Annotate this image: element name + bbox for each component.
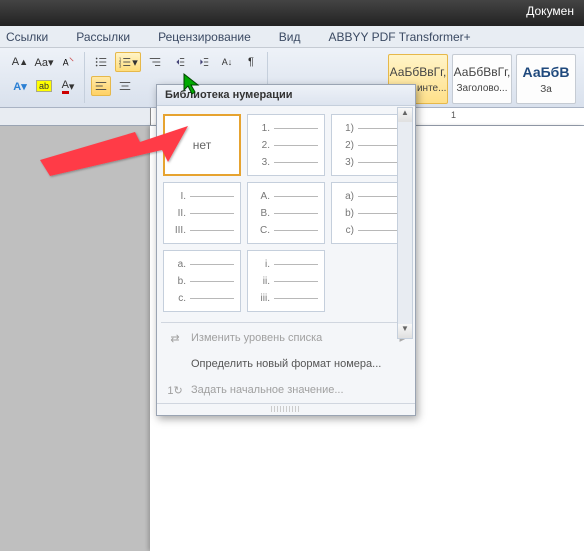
ribbon-tabs: Ссылки Рассылки Рецензирование Вид ABBYY… — [0, 26, 584, 48]
numbering-option-roman-lower[interactable]: i. ii. iii. — [247, 250, 325, 312]
menu-define-format[interactable]: Определить новый формат номера... — [157, 351, 415, 377]
numbering-option-alpha-lower-dot[interactable]: a. b. c. — [163, 250, 241, 312]
numbering-option-roman-upper[interactable]: I. II. III. — [163, 182, 241, 244]
ruler-tick: 1 — [451, 110, 456, 120]
text-effects-button[interactable]: A▾ — [10, 76, 30, 96]
scroll-down-icon[interactable]: ▼ — [398, 324, 412, 338]
numbering-button[interactable]: 123▾ — [115, 52, 141, 72]
bullets-button[interactable] — [91, 52, 111, 72]
menu-set-value: 1↻ Задать начальное значение... — [157, 377, 415, 403]
clear-format-button[interactable]: A — [58, 52, 78, 72]
menu-change-level: ⇄ Изменить уровень списка ▸ — [157, 325, 415, 351]
highlight-button[interactable]: ab — [34, 76, 54, 96]
increase-indent-button[interactable] — [193, 52, 213, 72]
menu-label: Изменить уровень списка — [191, 332, 322, 344]
numbering-option-none[interactable]: нет — [163, 114, 241, 176]
tab-mailings[interactable]: Рассылки — [76, 30, 130, 44]
change-level-icon: ⇄ — [167, 330, 183, 346]
menu-label: Задать начальное значение... — [191, 384, 344, 396]
tab-abbyy[interactable]: ABBYY PDF Transformer+ — [329, 30, 471, 44]
style-label: Заголово... — [457, 83, 508, 94]
title-bar: Докумен — [0, 0, 584, 26]
show-marks-button[interactable]: ¶ — [241, 52, 261, 72]
tab-view[interactable]: Вид — [279, 30, 301, 44]
numbering-dropdown: Библиотека нумерации нет 1. 2. 3. 1) 2) … — [156, 84, 416, 416]
svg-text:3: 3 — [119, 63, 122, 68]
svg-text:A: A — [63, 58, 69, 68]
set-value-icon: 1↻ — [167, 382, 183, 398]
increase-font-button[interactable]: A▲ — [10, 52, 30, 72]
page-margin-area — [0, 126, 150, 551]
numbering-option-decimal[interactable]: 1. 2. 3. — [247, 114, 325, 176]
style-preview: АаБбВвГг, — [390, 65, 447, 79]
none-label: нет — [193, 138, 211, 152]
style-preview: АаБбВвГг, — [454, 65, 511, 79]
document-title: Докумен — [526, 4, 574, 18]
align-center-button[interactable] — [115, 76, 135, 96]
scroll-up-icon[interactable]: ▲ — [398, 108, 412, 122]
decrease-indent-button[interactable] — [169, 52, 189, 72]
menu-label: Определить новый формат номера... — [191, 358, 381, 370]
tab-links[interactable]: Ссылки — [6, 30, 48, 44]
dropdown-scrollbar[interactable]: ▲ ▼ — [397, 107, 413, 339]
style-heading2[interactable]: АаБбВ За — [516, 54, 576, 104]
dropdown-resize-grip[interactable] — [157, 403, 415, 415]
change-case-button[interactable]: Aa▾ — [34, 52, 54, 72]
font-group: A▲ Aa▾ A A▾ ab A▾ — [4, 52, 85, 103]
style-preview: АаБбВ — [523, 64, 570, 80]
numbering-option-alpha-upper[interactable]: A. B. C. — [247, 182, 325, 244]
dropdown-title: Библиотека нумерации — [157, 85, 415, 106]
numbering-grid: нет 1. 2. 3. 1) 2) 3) I. II. III. A. B. … — [157, 106, 415, 320]
define-format-icon — [167, 356, 183, 372]
multilevel-button[interactable] — [145, 52, 165, 72]
tab-review[interactable]: Рецензирование — [158, 30, 251, 44]
sort-button[interactable]: A↓ — [217, 52, 237, 72]
style-heading[interactable]: АаБбВвГг, Заголово... — [452, 54, 512, 104]
font-color-button[interactable]: A▾ — [58, 76, 78, 96]
style-label: За — [540, 84, 552, 95]
align-left-button[interactable] — [91, 76, 111, 96]
